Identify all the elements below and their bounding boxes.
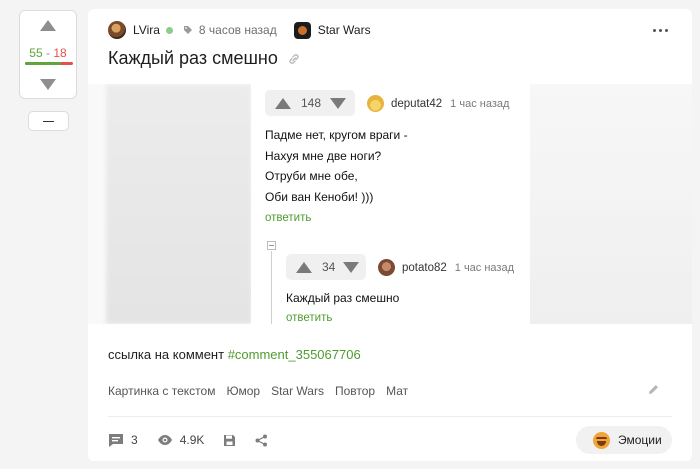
author-avatar[interactable] [108, 21, 126, 39]
thread-line [271, 251, 272, 324]
comment-time: 1 час назад [450, 97, 510, 110]
comment-text: Каждый раз смешно [286, 291, 400, 305]
emotions-button[interactable]: Эмоции [576, 426, 672, 454]
community-icon[interactable] [293, 21, 311, 39]
emotions-label: Эмоции [618, 433, 662, 447]
blurred-image-right [528, 84, 692, 324]
comment-user-row: potato82 1 час назад [378, 259, 514, 276]
post-footer: 3 4.9K [108, 431, 268, 449]
rating-bar-fill [25, 62, 62, 65]
blurred-image-left [106, 84, 252, 324]
tag-link[interactable]: Картинка с текстом [108, 384, 215, 398]
pencil-icon[interactable] [647, 383, 660, 396]
community-name[interactable]: Star Wars [318, 23, 371, 37]
more-options-icon[interactable] [653, 29, 668, 32]
views-count: 4.9K [179, 433, 205, 447]
tag-link[interactable]: Юмор [226, 384, 260, 398]
post-time[interactable]: 8 часов назад [199, 23, 277, 37]
comment-rating: 34 [322, 260, 336, 274]
comment-reply-link: ответить [286, 312, 333, 324]
comment-line: Отруби мне обе, [265, 169, 358, 183]
author-name[interactable]: LVira [133, 23, 160, 37]
comment-vote-pill: 34 [286, 254, 366, 280]
rating-score: 55 - 18 [20, 46, 76, 60]
comment-screenshot: 148 deputat42 1 час назад Падме нет, кру… [251, 84, 530, 324]
comment-reply-link: ответить [265, 212, 312, 224]
comments-count[interactable]: 3 [131, 433, 138, 447]
link-icon[interactable] [287, 52, 301, 66]
comment-upvote-icon [275, 97, 291, 109]
downvote-arrow-icon[interactable] [40, 79, 56, 90]
post-card: LVira 8 часов назад Star Wars Каждый раз… [88, 9, 692, 461]
comments-icon[interactable] [108, 433, 124, 448]
comment-line: Нахуя мне две ноги? [265, 148, 382, 163]
tag-icon [183, 26, 192, 34]
post-title-row: Каждый раз смешно [108, 48, 301, 69]
comment-username: potato82 [402, 261, 447, 274]
comment-time: 1 час назад [454, 261, 514, 274]
post-rating-widget: 55 - 18 [19, 10, 77, 99]
thread-collapse-icon [267, 241, 276, 250]
comment-downvote-icon [330, 97, 347, 109]
comment-upvote-icon [296, 261, 312, 273]
post-image: 148 deputat42 1 час назад Падме нет, кру… [88, 84, 692, 324]
rating-separator: - [46, 46, 50, 60]
user-avatar [378, 259, 395, 276]
comment-vote-pill: 148 [265, 90, 355, 116]
rating-plus: 55 [29, 46, 43, 60]
save-icon[interactable] [223, 434, 236, 447]
comment-username: deputat42 [391, 97, 443, 110]
rating-bar [25, 62, 73, 65]
comment-line: Падме нет, кругом враги - [265, 128, 408, 142]
comment-text: Падме нет, кругом враги - Нахуя мне две … [265, 125, 408, 207]
comment-downvote-icon [343, 261, 360, 273]
comment-rating: 148 [301, 96, 322, 110]
comment-reference: ссылка на коммент #comment_355067706 [108, 347, 361, 362]
comment-anchor-link[interactable]: #comment_355067706 [228, 347, 361, 362]
comment-reference-text: ссылка на коммент [108, 347, 228, 362]
footer-divider [108, 416, 672, 417]
post-meta: LVira 8 часов назад Star Wars [108, 21, 371, 39]
user-avatar [367, 95, 384, 112]
tag-link[interactable]: Повтор [335, 384, 375, 398]
minus-icon [43, 121, 54, 122]
share-icon[interactable] [255, 434, 268, 447]
online-status-icon [165, 26, 173, 34]
collapse-post-button[interactable] [28, 111, 69, 131]
tag-link[interactable]: Star Wars [271, 384, 324, 398]
upvote-arrow-icon[interactable] [40, 20, 56, 31]
rating-minus: 18 [53, 46, 67, 60]
post-tags: Картинка с текстом Юмор Star Wars Повтор… [108, 384, 408, 398]
post-title[interactable]: Каждый раз смешно [108, 48, 278, 69]
emoji-icon [593, 431, 610, 449]
comment-line: Оби ван Кеноби! ))) [265, 189, 374, 204]
tag-link[interactable]: Мат [386, 384, 408, 398]
comment-user-row: deputat42 1 час назад [367, 95, 509, 112]
views-icon [157, 435, 172, 445]
